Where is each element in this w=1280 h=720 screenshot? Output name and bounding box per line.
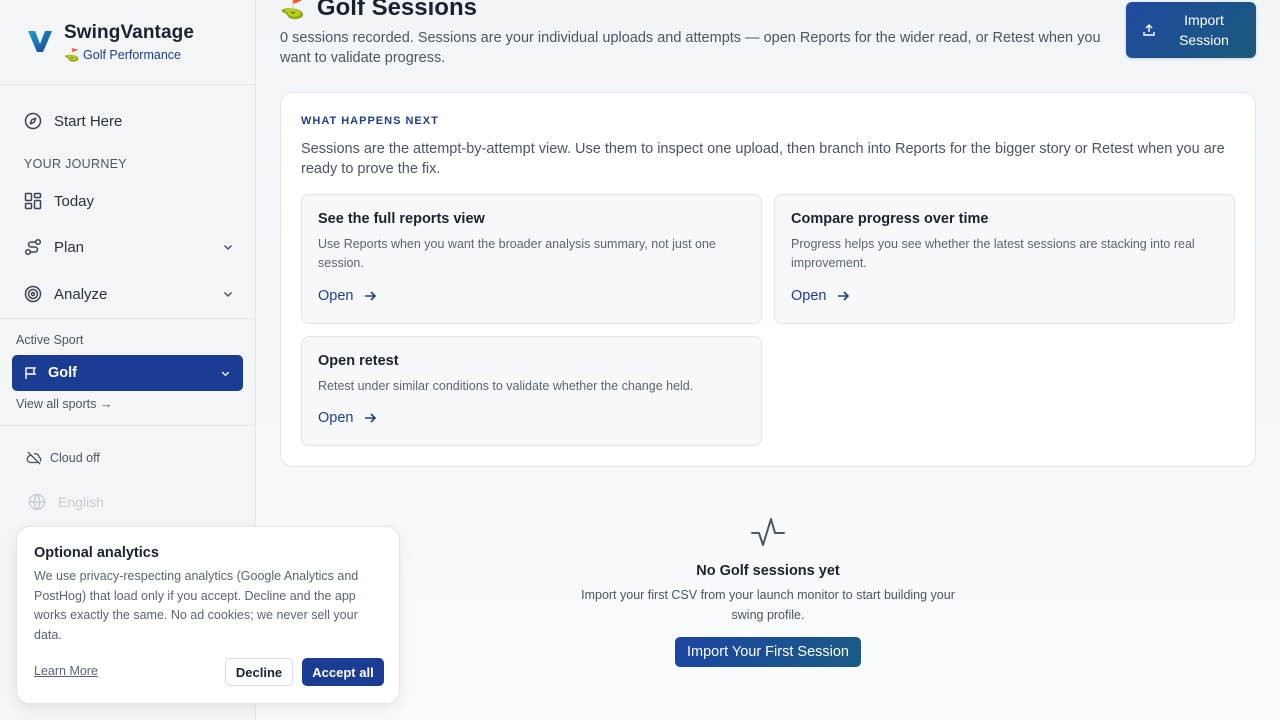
nav-plan[interactable]: Plan (24, 235, 234, 259)
option-title: Open retest (318, 353, 399, 369)
page-title-text: Golf Sessions (316, 0, 477, 21)
compass-icon (24, 112, 42, 130)
chevron-down-icon (220, 368, 231, 379)
chevron-down-icon (222, 241, 234, 253)
activity-icon (751, 518, 785, 546)
page-description: 0 sessions recorded. Sessions are your i… (280, 30, 1101, 66)
option-reports[interactable]: See the full reports view Use Reports wh… (301, 194, 762, 324)
upload-icon (1142, 23, 1156, 37)
consent-description: We use privacy-respecting analytics (Goo… (34, 569, 359, 642)
cloud-status-label: Cloud off (50, 451, 100, 465)
open-progress-link[interactable]: Open (791, 288, 850, 304)
option-retest[interactable]: Open retest Retest under similar conditi… (301, 336, 762, 446)
globe-icon (28, 493, 46, 511)
open-retest-link[interactable]: Open (318, 410, 377, 426)
nav-label: Plan (54, 238, 85, 256)
option-title: See the full reports view (318, 211, 485, 227)
open-reports-link[interactable]: Open (318, 288, 377, 304)
flag-icon (24, 366, 38, 380)
chevron-down-icon (222, 288, 234, 300)
cloud-status[interactable]: Cloud off (26, 450, 100, 466)
option-description: Progress helps you see whether the lates… (791, 237, 1195, 270)
divider (0, 425, 256, 426)
nav-today[interactable]: Today (24, 189, 234, 213)
nav-label: Analyze (54, 285, 108, 303)
divider (0, 84, 256, 85)
empty-description: Import your first CSV from your launch m… (581, 588, 955, 622)
card-description: Sessions are the attempt-by-attempt view… (301, 141, 1225, 177)
active-sport-select[interactable]: Golf (12, 355, 243, 391)
empty-title: No Golf sessions yet (696, 563, 840, 579)
brand[interactable]: SwingVantage ⛳ Golf Performance (26, 22, 194, 63)
empty-state: No Golf sessions yet Import your first C… (256, 515, 1280, 667)
grid-icon (24, 192, 42, 210)
language-select[interactable]: English (28, 493, 104, 511)
card-eyebrow: WHAT HAPPENS NEXT (301, 115, 439, 127)
option-description: Use Reports when you want the broader an… (318, 237, 716, 270)
active-sport-label: Active Sport (16, 333, 84, 347)
target-icon (24, 285, 42, 303)
accept-all-button[interactable]: Accept all (302, 658, 384, 686)
decline-button[interactable]: Decline (225, 658, 293, 686)
import-session-button[interactable]: Import Session (1126, 2, 1256, 58)
import-session-label: Import Session (1174, 10, 1234, 50)
language-label: English (58, 494, 104, 510)
import-label-line1: Import (1184, 12, 1224, 28)
option-title: Compare progress over time (791, 211, 989, 227)
open-link-label: Open (318, 410, 354, 426)
option-progress[interactable]: Compare progress over time Progress help… (774, 194, 1235, 324)
nav-label: Start Here (54, 112, 123, 130)
route-icon (24, 238, 42, 256)
nav-start-here[interactable]: Start Here (24, 109, 234, 133)
arrow-right-icon (363, 289, 377, 303)
import-label-line2: Session (1179, 32, 1229, 48)
open-link-label: Open (791, 288, 827, 304)
consent-title: Optional analytics (34, 545, 159, 561)
divider (0, 318, 256, 319)
nav-analyze[interactable]: Analyze (24, 282, 234, 306)
option-description: Retest under similar conditions to valid… (318, 379, 694, 393)
page-title: ⛳ Golf Sessions (280, 0, 477, 22)
view-all-sports-link[interactable]: View all sports → (16, 397, 112, 411)
nav-label: Today (54, 192, 95, 210)
arrow-right-icon (363, 411, 377, 425)
v-logo-icon (28, 31, 52, 52)
cloud-off-icon (26, 450, 42, 466)
import-first-session-button[interactable]: Import Your First Session (675, 637, 861, 667)
golf-flag-icon: ⛳ (280, 0, 305, 20)
brand-name: SwingVantage (64, 22, 195, 43)
analytics-consent-banner: Optional analytics We use privacy-respec… (16, 526, 400, 704)
arrow-right-icon (836, 289, 850, 303)
active-sport-label-value: Golf (48, 365, 77, 381)
open-link-label: Open (318, 288, 354, 304)
journey-section-label: YOUR JOURNEY (24, 157, 127, 171)
brand-subtitle: ⛳ Golf Performance (64, 48, 181, 62)
learn-more-link[interactable]: Learn More (34, 664, 98, 678)
what-happens-next-card: WHAT HAPPENS NEXT Sessions are the attem… (280, 92, 1256, 467)
